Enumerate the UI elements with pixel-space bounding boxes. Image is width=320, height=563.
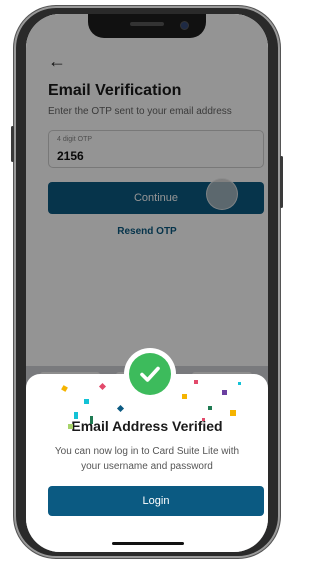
power-button — [280, 156, 283, 208]
confetti-piece — [230, 410, 236, 416]
confetti-piece — [208, 406, 212, 410]
checkmark-icon — [129, 353, 171, 395]
confetti-piece — [194, 380, 198, 384]
speaker — [130, 22, 164, 26]
login-button[interactable]: Login — [48, 486, 264, 516]
confetti-piece — [74, 412, 78, 419]
confetti-piece — [68, 424, 73, 429]
success-badge — [124, 348, 176, 400]
notch — [88, 14, 206, 38]
confetti-piece — [84, 399, 89, 404]
verified-title: Email Address Verified — [71, 418, 223, 434]
verified-message: You can now log in to Card Suite Lite wi… — [54, 446, 240, 472]
confetti-piece — [202, 418, 205, 421]
confetti-piece — [222, 390, 227, 395]
confetti-piece — [90, 416, 93, 424]
front-camera — [180, 21, 189, 30]
volume-button — [11, 126, 14, 162]
confetti-piece — [182, 394, 187, 399]
home-indicator[interactable] — [112, 542, 184, 545]
phone-screen: ← Email Verification Enter the OTP sent … — [26, 14, 268, 552]
confetti-piece — [238, 382, 241, 385]
